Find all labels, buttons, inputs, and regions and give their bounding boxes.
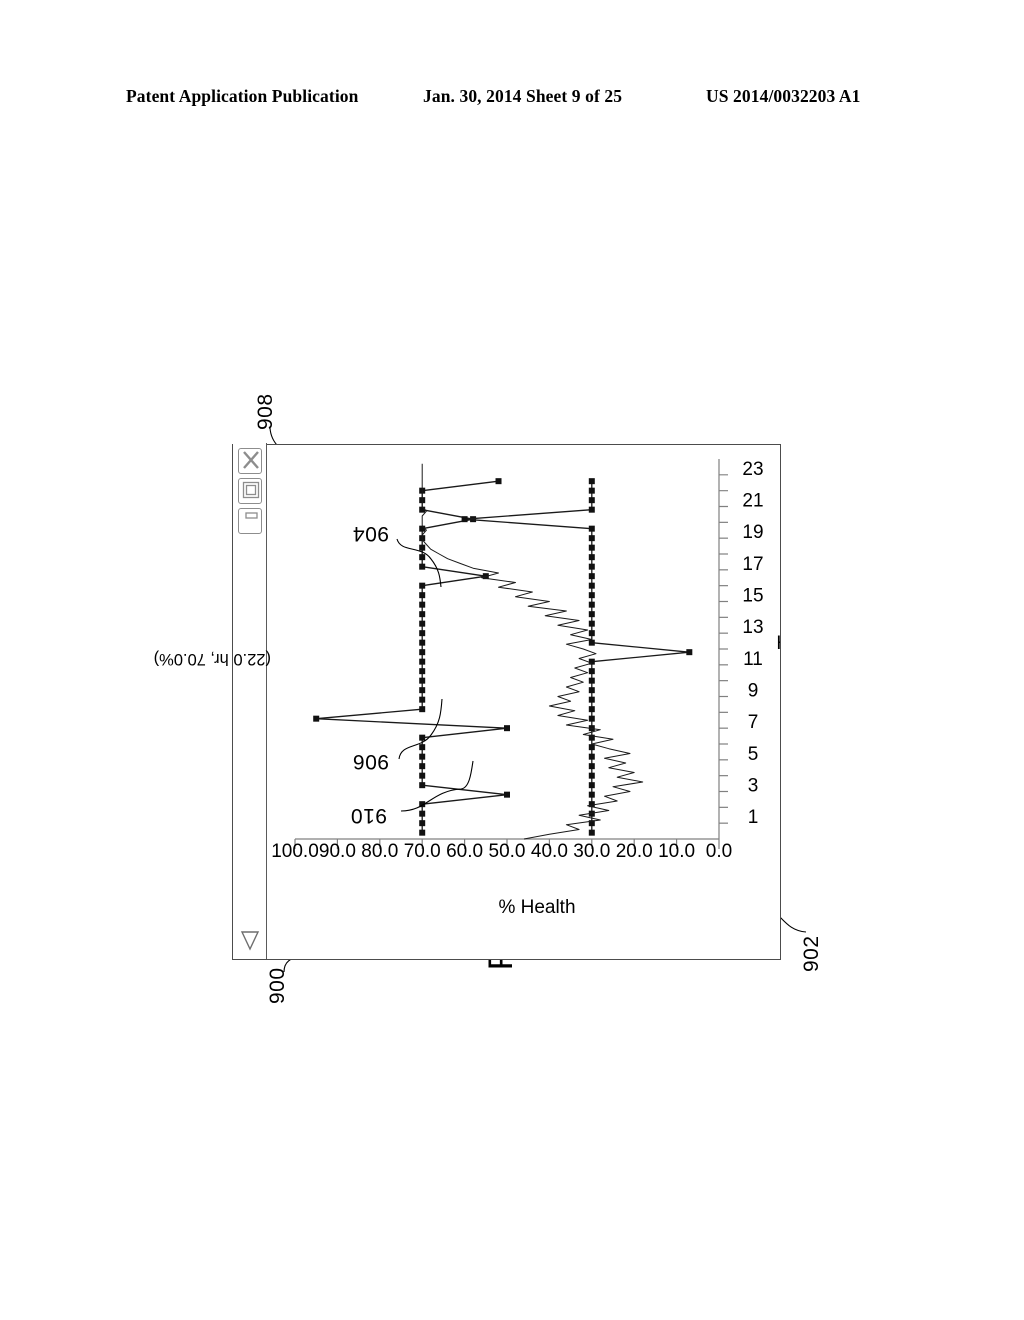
x-tick-label: 21 (742, 491, 763, 512)
series-marker-lower-threshold (588, 696, 595, 703)
series-marker-upper-threshold (419, 601, 426, 608)
series-marker-upper-threshold (419, 829, 426, 836)
series-marker-lower-threshold (588, 497, 595, 504)
series-marker-lower-threshold (686, 649, 693, 656)
date-and-sheet: Jan. 30, 2014 Sheet 9 of 25 (423, 86, 623, 106)
x-tick-label: 15 (742, 586, 763, 607)
chart-series (313, 463, 693, 840)
series-marker-lower-threshold (588, 715, 595, 722)
series-marker-upper-threshold (419, 630, 426, 637)
series-marker-lower-threshold (588, 668, 595, 675)
series-marker-lower-threshold (588, 620, 595, 627)
x-tick-label: 23 (742, 459, 763, 480)
x-tick-label: 3 (748, 776, 759, 797)
series-marker-lower-threshold (588, 611, 595, 618)
ref-numeral-904: 904 (352, 522, 389, 545)
series-marker-lower-threshold (588, 592, 595, 599)
y-tick-label: 30.0 (573, 841, 610, 862)
leader-line-904 (396, 538, 442, 588)
chart-labels: 1357911131517192123Hour0.010.020.030.040… (271, 459, 780, 918)
series-marker-lower-threshold (588, 772, 595, 779)
ref-numeral-910: 910 (350, 804, 387, 827)
series-marker-upper-threshold (419, 820, 426, 827)
series-marker-upper-threshold (419, 649, 426, 656)
y-tick-label: 10.0 (658, 841, 695, 862)
y-tick-label: 100.0 (271, 841, 319, 862)
series-marker-lower-threshold (461, 516, 468, 523)
series-marker-lower-threshold (588, 677, 595, 684)
x-tick-label: 17 (742, 554, 763, 575)
series-marker-lower-threshold (588, 506, 595, 513)
series-marker-lower-threshold (588, 573, 595, 580)
patent-number: US 2014/0032203 A1 (706, 86, 861, 106)
y-tick-label: 70.0 (404, 841, 441, 862)
publication-title: Patent Application Publication (126, 86, 359, 106)
y-tick-label: 20.0 (616, 841, 653, 862)
series-marker-lower-threshold (588, 706, 595, 713)
series-marker-lower-threshold (588, 525, 595, 532)
y-axis-label: % Health (498, 897, 575, 918)
ref-numeral-902: 902 (800, 935, 823, 972)
figure-9: FIG. 9 900 902 908 (154, 393, 823, 1004)
series-marker-upper-threshold (419, 668, 426, 675)
series-marker-upper-threshold (419, 677, 426, 684)
x-tick-label: 1 (748, 807, 759, 828)
health-chart: 1357911131517192123Hour0.010.020.030.040… (154, 446, 780, 959)
series-marker-upper-threshold (419, 525, 426, 532)
application-window: 1357911131517192123Hour0.010.020.030.040… (154, 443, 781, 960)
series-marker-lower-threshold (588, 601, 595, 608)
y-tick-label: 50.0 (489, 841, 526, 862)
series-marker-lower-threshold (588, 782, 595, 789)
series-marker-lower-threshold (588, 630, 595, 637)
series-marker-lower-threshold (588, 639, 595, 646)
series-marker-lower-threshold (588, 535, 595, 542)
x-tick-label: 19 (742, 522, 763, 543)
series-marker-upper-threshold (504, 791, 510, 798)
close-button[interactable] (237, 448, 262, 474)
series-marker-lower-threshold (588, 582, 595, 589)
series-marker-upper-threshold (419, 611, 426, 618)
series-line-lower-threshold (463, 481, 690, 833)
x-axis-label: Hour (776, 633, 780, 654)
back-triangle-icon[interactable] (238, 924, 262, 954)
data-point-annotation: (22.0 hr, 70.0%) (153, 650, 271, 668)
series-marker-lower-threshold (588, 687, 595, 694)
series-marker-upper-threshold (504, 725, 510, 732)
leader-line-906 (398, 698, 443, 760)
minimize-button[interactable] (237, 508, 262, 534)
maximize-button[interactable] (237, 478, 262, 504)
series-marker-upper-threshold (419, 592, 426, 599)
chart-canvas: 1357911131517192123Hour0.010.020.030.040… (271, 459, 780, 918)
y-tick-label: 60.0 (446, 841, 483, 862)
series-marker-lower-threshold (588, 791, 595, 798)
series-marker-lower-threshold (588, 763, 595, 770)
y-tick-label: 80.0 (361, 841, 398, 862)
y-tick-label: 40.0 (531, 841, 568, 862)
series-marker-upper-threshold (419, 658, 426, 665)
series-marker-upper-threshold (313, 715, 320, 722)
series-marker-lower-threshold (588, 478, 595, 485)
y-tick-label: 0.0 (706, 841, 732, 862)
series-marker-upper-threshold (495, 478, 502, 485)
series-marker-lower-threshold (588, 829, 595, 836)
patent-header: Patent Application Publication Jan. 30, … (0, 86, 1024, 112)
chart-axes (294, 459, 728, 849)
ref-numeral-906: 906 (352, 750, 389, 773)
y-tick-label: 90.0 (319, 841, 356, 862)
series-marker-lower-threshold (588, 563, 595, 570)
x-tick-label: 7 (748, 712, 759, 733)
series-marker-lower-threshold (588, 544, 595, 551)
series-marker-upper-threshold (419, 620, 426, 627)
series-marker-lower-threshold (588, 487, 595, 494)
x-tick-label: 13 (742, 617, 763, 638)
series-marker-lower-threshold (588, 554, 595, 561)
x-tick-label: 11 (743, 649, 763, 670)
window-title-bar (233, 443, 267, 959)
series-marker-upper-threshold (419, 506, 426, 513)
series-marker-upper-threshold (419, 639, 426, 646)
x-tick-label: 5 (748, 744, 759, 765)
x-tick-label: 9 (748, 681, 759, 702)
series-marker-lower-threshold (588, 753, 595, 760)
